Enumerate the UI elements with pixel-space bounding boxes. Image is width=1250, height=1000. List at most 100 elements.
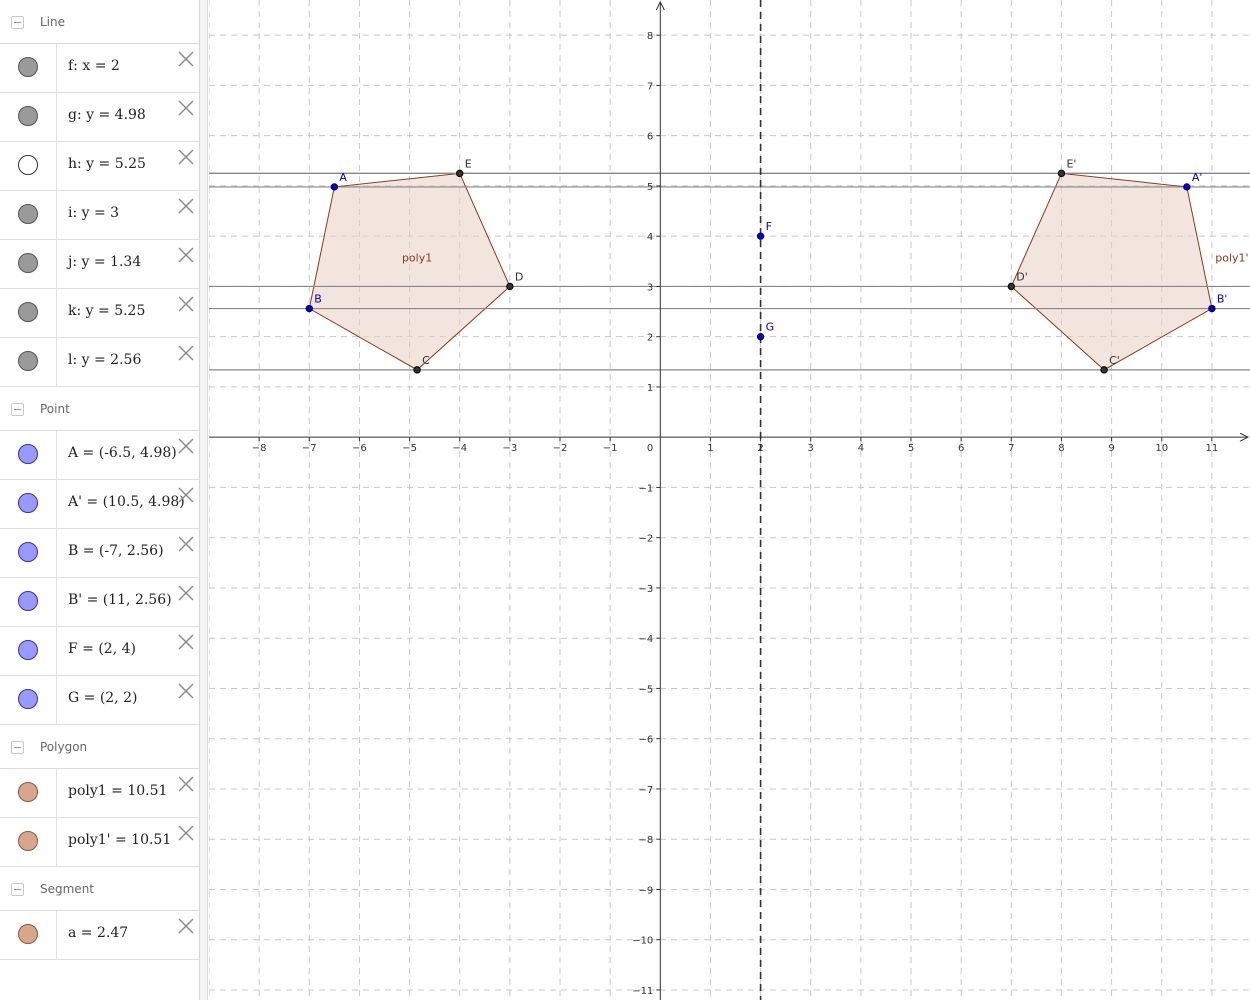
delete-icon[interactable] [176,774,196,794]
algebra-row[interactable]: k: y = 5.25 [0,289,199,338]
visibility-marble-icon[interactable] [18,689,38,709]
delete-icon[interactable] [176,632,196,652]
object-definition[interactable]: l: y = 2.56 [68,352,141,368]
visibility-marble-icon[interactable] [18,155,38,175]
algebra-row[interactable]: B' = (11, 2.56) [0,578,199,627]
visibility-toggle[interactable] [0,240,57,288]
visibility-marble-icon[interactable] [18,782,38,802]
visibility-marble-icon[interactable] [18,253,38,273]
object-definition[interactable]: h: y = 5.25 [68,156,146,172]
visibility-toggle[interactable] [0,529,57,577]
collapse-icon[interactable] [11,403,24,416]
delete-icon[interactable] [176,681,196,701]
visibility-toggle[interactable] [0,93,57,141]
visibility-toggle[interactable] [0,911,57,959]
algebra-row[interactable]: poly1 = 10.51 [0,769,199,818]
algebra-row[interactable]: i: y = 3 [0,191,199,240]
visibility-marble-icon[interactable] [18,204,38,224]
algebra-row[interactable]: f: x = 2 [0,44,199,93]
delete-icon[interactable] [176,583,196,603]
visibility-toggle[interactable] [0,627,57,675]
visibility-marble-icon[interactable] [18,542,38,562]
object-definition[interactable]: A = (-6.5, 4.98) [68,445,177,461]
visibility-marble-icon[interactable] [18,924,38,944]
algebra-row[interactable]: G = (2, 2) [0,676,199,725]
algebra-row[interactable]: a = 2.47 [0,911,199,960]
visibility-marble-icon[interactable] [18,831,38,851]
delete-icon[interactable] [176,49,196,69]
visibility-marble-icon[interactable] [18,106,38,126]
point-D[interactable] [506,282,514,291]
view-splitter[interactable] [200,0,208,1000]
visibility-toggle[interactable] [0,676,57,724]
delete-icon[interactable] [176,147,196,167]
visibility-marble-icon[interactable] [18,302,38,322]
object-definition[interactable]: j: y = 1.34 [68,254,141,270]
visibility-toggle[interactable] [0,142,57,190]
delete-icon[interactable] [176,534,196,554]
collapse-icon[interactable] [11,16,24,29]
point-D-prime[interactable] [1007,282,1016,291]
object-definition[interactable]: i: y = 3 [68,205,119,221]
visibility-toggle[interactable] [0,191,57,239]
delete-icon[interactable] [176,245,196,265]
visibility-toggle[interactable] [0,818,57,866]
point-E[interactable] [456,169,464,178]
point-A-prime[interactable] [1183,183,1191,191]
object-definition[interactable]: B' = (11, 2.56) [68,592,172,608]
visibility-marble-icon[interactable] [18,493,38,513]
point-B[interactable] [305,304,313,313]
collapse-icon[interactable] [11,883,24,896]
point-C-prime[interactable] [1100,366,1108,374]
algebra-row[interactable]: g: y = 4.98 [0,93,199,142]
visibility-marble-icon[interactable] [18,591,38,611]
visibility-toggle[interactable] [0,769,57,817]
delete-icon[interactable] [176,916,196,936]
algebra-row[interactable]: poly1' = 10.51 [0,818,199,867]
collapse-icon[interactable] [11,741,24,754]
visibility-marble-icon[interactable] [18,57,38,77]
visibility-marble-icon[interactable] [18,640,38,660]
object-definition[interactable]: B = (-7, 2.56) [68,543,164,559]
polygon-poly1[interactable] [308,172,511,371]
algebra-row[interactable]: h: y = 5.25 [0,142,199,191]
visibility-toggle[interactable] [0,480,57,528]
point-C[interactable] [413,366,421,374]
visibility-toggle[interactable] [0,289,57,337]
visibility-toggle[interactable] [0,338,57,386]
object-definition[interactable]: k: y = 5.25 [68,303,145,319]
object-definition[interactable]: poly1 = 10.51 [68,783,167,799]
point-B-prime[interactable] [1208,304,1216,313]
algebra-row[interactable]: j: y = 1.34 [0,240,199,289]
visibility-marble-icon[interactable] [18,351,38,371]
delete-icon[interactable] [176,343,196,363]
algebra-row[interactable]: A' = (10.5, 4.98) [0,480,199,529]
object-definition[interactable]: F = (2, 4) [68,641,136,657]
point-G[interactable] [756,332,765,341]
algebra-row[interactable]: F = (2, 4) [0,627,199,676]
point-F[interactable] [756,232,765,240]
object-definition[interactable]: poly1' = 10.51 [68,832,171,848]
delete-icon[interactable] [176,196,196,216]
graphics-view[interactable]: −8 −7 −6 −5 −4 −3 −2 −1 1 2 3 4 5 6 7 8 9 10 11−11−10−9−8−… [209,0,1250,1000]
visibility-toggle[interactable] [0,44,57,92]
point-E-prime[interactable] [1057,169,1066,178]
polygon-poly1-prime[interactable] [1010,172,1213,371]
visibility-toggle[interactable] [0,431,57,479]
point-A[interactable] [330,183,339,191]
object-definition[interactable]: f: x = 2 [68,58,120,74]
delete-icon[interactable] [176,98,196,118]
delete-icon[interactable] [176,294,196,314]
visibility-marble-icon[interactable] [18,444,38,464]
algebra-row[interactable]: l: y = 2.56 [0,338,199,387]
object-definition[interactable]: a = 2.47 [68,925,128,941]
algebra-row[interactable]: A = (-6.5, 4.98) [0,431,199,480]
algebra-row[interactable]: B = (-7, 2.56) [0,529,199,578]
object-definition[interactable]: g: y = 4.98 [68,107,146,123]
visibility-toggle[interactable] [0,578,57,626]
delete-icon[interactable] [176,485,196,505]
delete-icon[interactable] [176,436,196,456]
object-definition[interactable]: A' = (10.5, 4.98) [68,494,185,510]
delete-icon[interactable] [176,823,196,843]
object-definition[interactable]: G = (2, 2) [68,690,137,706]
